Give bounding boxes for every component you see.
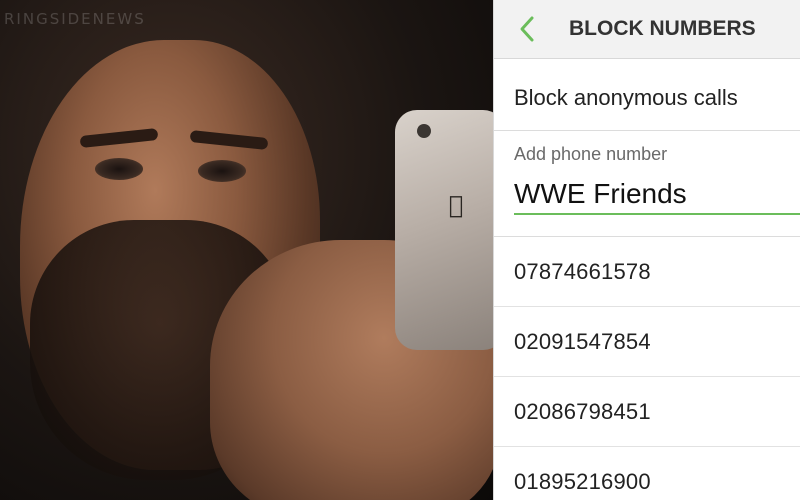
blocked-number-item[interactable]: 02091547854 bbox=[494, 307, 800, 377]
right-eye bbox=[198, 160, 246, 182]
block-numbers-panel: BLOCK NUMBERS Block anonymous calls Add … bbox=[493, 0, 800, 500]
apple-logo-icon:  bbox=[445, 192, 467, 218]
held-phone:  bbox=[395, 110, 493, 350]
add-phone-number-section: Add phone number bbox=[494, 131, 800, 236]
blocked-number: 02086798451 bbox=[514, 399, 651, 424]
watermark: RINGSIDENEWS bbox=[4, 10, 146, 28]
page-title: BLOCK NUMBERS bbox=[569, 17, 756, 40]
blocked-number-item[interactable]: 02086798451 bbox=[494, 377, 800, 447]
blocked-number: 07874661578 bbox=[514, 259, 651, 284]
block-anonymous-calls-row[interactable]: Block anonymous calls bbox=[494, 59, 800, 131]
blocked-number-item[interactable]: 01895216900 bbox=[494, 447, 800, 500]
blocked-number-item[interactable]: 07874661578 bbox=[494, 237, 800, 307]
back-button[interactable] bbox=[514, 14, 542, 44]
blocked-number: 02091547854 bbox=[514, 329, 651, 354]
meme-photo:  RINGSIDENEWS bbox=[0, 0, 493, 500]
add-phone-number-input[interactable] bbox=[514, 175, 800, 215]
block-anonymous-calls-label: Block anonymous calls bbox=[514, 85, 738, 110]
camera-icon bbox=[417, 124, 431, 138]
blocked-number: 01895216900 bbox=[514, 469, 651, 494]
header-bar: BLOCK NUMBERS bbox=[494, 0, 800, 59]
chevron-left-icon bbox=[520, 16, 534, 42]
left-eye bbox=[95, 158, 143, 180]
add-phone-number-label: Add phone number bbox=[514, 144, 668, 164]
